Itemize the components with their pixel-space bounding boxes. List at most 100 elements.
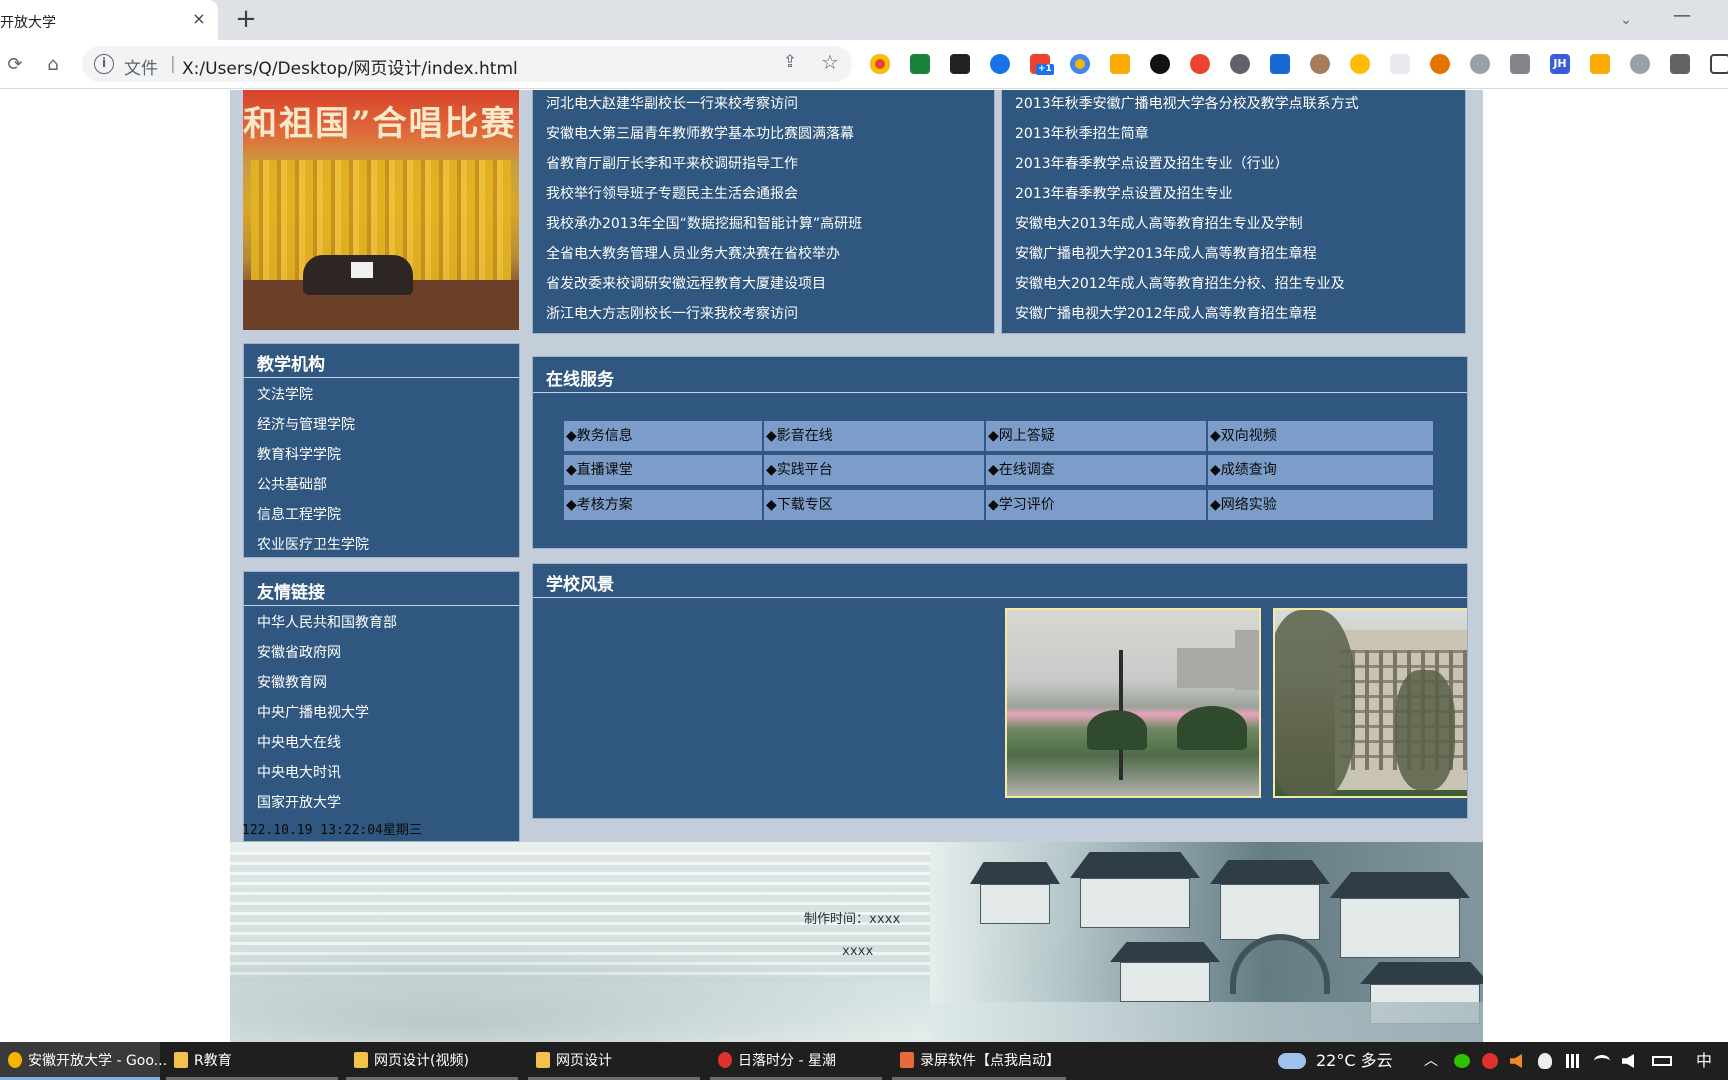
extension-box-icon[interactable] <box>1590 54 1610 74</box>
extension-camera-icon[interactable] <box>1510 54 1530 74</box>
taskbar-item[interactable]: 网页设计(视频) <box>346 1042 518 1080</box>
admission-link[interactable]: 安徽电大2013年成人高等教育招生专业及学制 <box>1015 213 1303 233</box>
news-link[interactable]: 省发改委来校调研安徽远程教育大厦建设项目 <box>546 273 826 293</box>
admission-link[interactable]: 安徽电大2012年成人高等教育招生分校、招生专业及 <box>1015 273 1345 293</box>
friend-link[interactable]: 中央电大时讯 <box>257 762 341 782</box>
friend-link[interactable]: 国家开放大学 <box>257 792 341 812</box>
extension-ring-icon[interactable] <box>1070 54 1090 74</box>
bookmark-star-icon[interactable]: ☆ <box>818 50 842 74</box>
browser-toolbar: ⟳ ⌂ i 文件 | X:/Users/Q/Desktop/网页设计/index… <box>0 40 1728 89</box>
house-wall <box>1080 878 1190 928</box>
extension-y-icon[interactable] <box>1270 54 1290 74</box>
share-icon[interactable]: ⇪ <box>778 52 802 76</box>
minimize-button[interactable]: — <box>1670 6 1694 30</box>
news-link[interactable]: 省教育厅副厅长李和平来校调研指导工作 <box>546 153 798 173</box>
friend-link[interactable]: 中央电大在线 <box>257 732 341 752</box>
new-tab-button[interactable]: + <box>232 6 260 34</box>
admission-link[interactable]: 安徽广播电视大学2012年成人高等教育招生章程 <box>1015 303 1317 323</box>
news-link[interactable]: 河北电大赵建华副校长一行来校考察访问 <box>546 93 798 113</box>
extensions-puzzle-icon[interactable] <box>1670 54 1690 74</box>
extension-search-icon[interactable] <box>990 54 1010 74</box>
extension-g-icon[interactable] <box>1230 54 1250 74</box>
home-icon[interactable]: ⌂ <box>40 52 66 78</box>
admission-link[interactable]: 2013年秋季招生简章 <box>1015 123 1149 143</box>
extension-jh-icon[interactable]: JH <box>1550 54 1570 74</box>
taskbar-item[interactable]: 安徽开放大学 - Goo... <box>0 1042 167 1080</box>
extension-blank-icon[interactable] <box>1390 54 1410 74</box>
taskbar-item[interactable]: 录屏软件【点我启动】 <box>892 1042 1066 1080</box>
folder-icon <box>354 1052 368 1068</box>
service-link[interactable]: ◆网上答疑 <box>986 421 1206 451</box>
news-link[interactable]: 全省电大教务管理人员业务大赛决赛在省校举办 <box>546 243 840 263</box>
wifi-icon[interactable] <box>1594 1042 1610 1080</box>
extension-stop-icon[interactable] <box>1190 54 1210 74</box>
url-text[interactable]: X:/Users/Q/Desktop/网页设计/index.html <box>182 54 518 79</box>
service-link[interactable]: ◆教务信息 <box>564 421 762 451</box>
news-link[interactable]: 安徽电大第三届青年教师教学基本功比赛圆满落幕 <box>546 123 854 143</box>
service-link[interactable]: ◆下载专区 <box>764 490 984 520</box>
campus-photo-1[interactable] <box>1005 608 1261 798</box>
extension-openai-icon[interactable] <box>1150 54 1170 74</box>
side-panel-icon[interactable] <box>1710 54 1728 74</box>
ime-indicator[interactable]: 中 <box>1696 1042 1712 1080</box>
extension-tree-icon[interactable] <box>1430 54 1450 74</box>
extension-face-icon[interactable] <box>1310 54 1330 74</box>
speaker-muted-icon[interactable] <box>1510 1042 1522 1080</box>
news-link[interactable]: 我校举行领导班子专题民主生活会通报会 <box>546 183 798 203</box>
service-link[interactable]: ◆网络实验 <box>1208 490 1433 520</box>
teaching-link[interactable]: 信息工程学院 <box>257 504 341 524</box>
friend-link[interactable]: 中央广播电视大学 <box>257 702 369 722</box>
service-link[interactable]: ◆影音在线 <box>764 421 984 451</box>
extension-gear-icon[interactable] <box>1630 54 1650 74</box>
service-link[interactable]: ◆直播课堂 <box>564 455 762 485</box>
extension-arrow-icon[interactable] <box>950 54 970 74</box>
teaching-link[interactable]: 教育科学学院 <box>257 444 341 464</box>
chevron-down-icon[interactable]: ⌄ <box>1614 8 1638 32</box>
admission-link[interactable]: 2013年秋季安徽广播电视大学各分校及教学点联系方式 <box>1015 93 1359 113</box>
news-link[interactable]: 浙江电大方志刚校长一行来我校考察访问 <box>546 303 798 323</box>
taskbar-item[interactable]: R教育 <box>166 1042 338 1080</box>
admission-link[interactable]: 安徽广播电视大学2013年成人高等教育招生章程 <box>1015 243 1317 263</box>
ime-grid-icon[interactable] <box>1566 1042 1580 1080</box>
title-divider <box>533 597 1467 598</box>
friend-link[interactable]: 中华人民共和国教育部 <box>257 612 397 632</box>
friend-link[interactable]: 安徽教育网 <box>257 672 327 692</box>
teaching-link[interactable]: 农业医疗卫生学院 <box>257 534 369 554</box>
friend-link[interactable]: 安徽省政府网 <box>257 642 341 662</box>
wechat-icon[interactable] <box>1454 1042 1470 1080</box>
extension-cloud-icon[interactable] <box>1470 54 1490 74</box>
reload-icon[interactable]: ⟳ <box>2 52 28 78</box>
close-tab-icon[interactable]: × <box>188 8 210 30</box>
service-link[interactable]: ◆实践平台 <box>764 455 984 485</box>
service-link[interactable]: ◆在线调查 <box>986 455 1206 485</box>
volume-icon[interactable] <box>1622 1042 1634 1080</box>
weather-text[interactable]: 22°C 多云 <box>1316 1042 1393 1080</box>
weather-cloud-icon[interactable] <box>1278 1042 1310 1080</box>
service-link[interactable]: ◆考核方案 <box>564 490 762 520</box>
battery-icon[interactable] <box>1652 1042 1672 1080</box>
teaching-link[interactable]: 公共基础部 <box>257 474 327 494</box>
choir-photo: 和祖国”合唱比赛 <box>243 90 519 330</box>
service-link[interactable]: ◆双向视频 <box>1208 421 1433 451</box>
news-link[interactable]: 我校承办2013年全国“数据挖掘和智能计算”高研班 <box>546 213 862 233</box>
qq-icon[interactable] <box>1538 1042 1552 1080</box>
extension-shield-icon[interactable] <box>910 54 930 74</box>
recorder-tray-icon[interactable] <box>1482 1042 1498 1080</box>
taskbar-item[interactable]: 网页设计 <box>528 1042 700 1080</box>
info-icon[interactable]: i <box>94 54 114 74</box>
address-bar[interactable]: i 文件 | X:/Users/Q/Desktop/网页设计/index.htm… <box>82 46 852 82</box>
browser-tab[interactable]: 开放大学 × <box>0 0 218 40</box>
tray-overflow-icon[interactable]: ︿ <box>1424 1042 1438 1080</box>
service-link[interactable]: ◆学习评价 <box>986 490 1206 520</box>
extension-chrome-icon[interactable] <box>870 54 890 74</box>
admission-link[interactable]: 2013年春季教学点设置及招生专业（行业） <box>1015 153 1289 173</box>
admission-link[interactable]: 2013年春季教学点设置及招生专业 <box>1015 183 1233 203</box>
campus-photo-2[interactable] <box>1273 608 1467 798</box>
service-link[interactable]: ◆成绩查询 <box>1208 455 1433 485</box>
extension-yellow-icon[interactable] <box>1350 54 1370 74</box>
teaching-link[interactable]: 文法学院 <box>257 384 313 404</box>
extension-download-icon[interactable] <box>1110 54 1130 74</box>
teaching-link[interactable]: 经济与管理学院 <box>257 414 355 434</box>
taskbar-item[interactable]: 日落时分 - 星潮 <box>710 1042 882 1080</box>
extension-calendar-icon[interactable]: +1 <box>1030 54 1054 75</box>
